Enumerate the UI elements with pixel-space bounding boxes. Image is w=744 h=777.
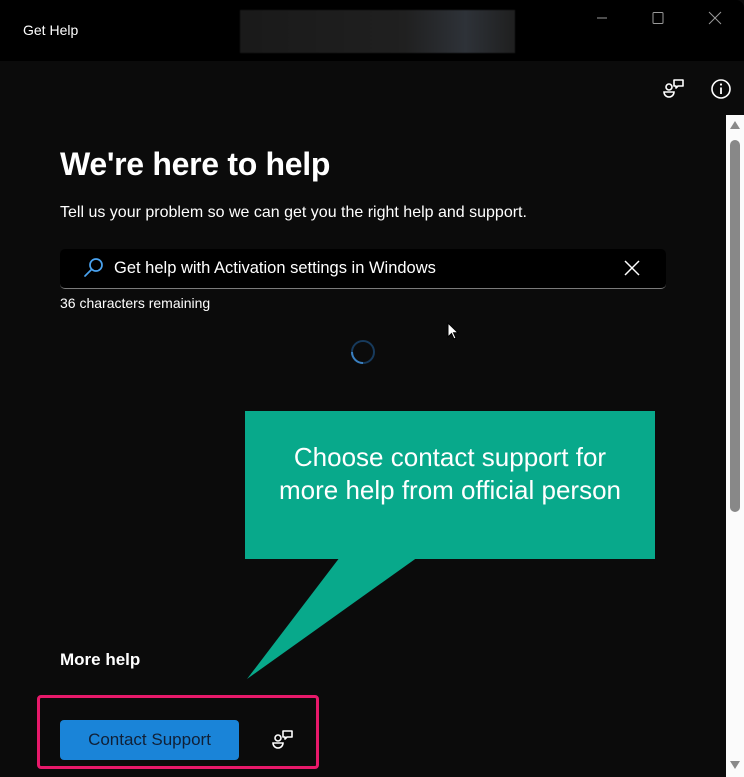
contact-support-icon-button[interactable] — [271, 728, 295, 752]
contact-support-toolbar-button[interactable] — [662, 77, 686, 101]
clear-search-button[interactable] — [620, 256, 644, 280]
loading-spinner-icon — [351, 340, 375, 364]
get-help-window: Get Help We're here to help Tell us your… — [0, 0, 744, 777]
app-title: Get Help — [23, 22, 79, 38]
info-button[interactable] — [709, 77, 733, 101]
scroll-up-arrow-icon[interactable] — [729, 120, 741, 130]
minimize-icon — [597, 17, 607, 19]
close-button[interactable] — [692, 2, 738, 34]
scroll-down-arrow-icon[interactable] — [729, 760, 741, 770]
contact-support-icon — [272, 730, 293, 749]
search-input-value: Get help with Activation settings in Win… — [114, 259, 436, 277]
more-help-heading: More help — [60, 650, 141, 669]
minimize-button[interactable] — [579, 2, 625, 34]
mouse-cursor-icon — [447, 322, 460, 340]
search-icon — [84, 258, 103, 277]
maximize-icon — [652, 12, 664, 24]
contact-support-icon — [663, 79, 684, 98]
characters-remaining: 36 characters remaining — [60, 295, 211, 311]
blurred-region — [240, 10, 515, 53]
title-bar: Get Help — [0, 0, 744, 61]
info-icon — [711, 79, 731, 99]
search-input[interactable]: Get help with Activation settings in Win… — [60, 249, 666, 289]
close-icon — [708, 11, 722, 25]
vertical-scrollbar[interactable] — [726, 115, 744, 777]
page-title: We're here to help — [60, 146, 331, 182]
contact-support-button[interactable]: Contact Support — [60, 720, 239, 760]
scrollbar-thumb[interactable] — [730, 140, 740, 512]
callout-text: Choose contact support for more help fro… — [278, 442, 621, 505]
clear-icon — [624, 260, 640, 276]
maximize-button[interactable] — [635, 2, 681, 34]
annotation-callout: Choose contact support for more help fro… — [245, 411, 655, 559]
page-subtitle: Tell us your problem so we can get you t… — [60, 204, 527, 221]
